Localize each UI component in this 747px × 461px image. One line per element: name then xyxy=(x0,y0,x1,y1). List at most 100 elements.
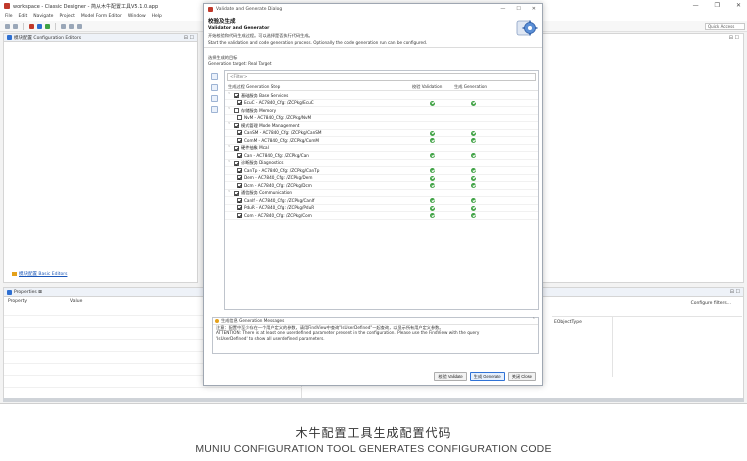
step-checkbox[interactable] xyxy=(237,205,242,210)
menu-project[interactable]: Project xyxy=(59,14,74,19)
menu-window[interactable]: Window xyxy=(128,14,146,19)
close-icon[interactable]: ✕ xyxy=(532,6,536,12)
step-checkbox[interactable] xyxy=(237,175,242,180)
tree-module-row[interactable]: EcuC - AC7840_Cfg: /ZCPkg/EcuC xyxy=(225,100,538,107)
panel-window-controls[interactable]: ⊟ ☐ xyxy=(730,289,740,295)
tree-group-row[interactable]: ˅ 硬件抽象 Mcal xyxy=(225,145,538,152)
menu-model-form-editor[interactable]: Model Form Editor xyxy=(81,14,122,19)
configuration-editors-tab[interactable]: 模块配置 Configuration Editors ⊟ ☐ xyxy=(4,34,197,42)
toolbar-separator xyxy=(23,22,24,30)
step-checkbox[interactable] xyxy=(237,130,242,135)
tree-row-content: NvM - AC7840_Cfg: /ZCPkg/NvM xyxy=(237,115,311,120)
tree-group-row[interactable]: ˅ 存储服务 Memory xyxy=(225,107,538,115)
step-checkbox[interactable] xyxy=(237,197,242,203)
deselect-all-icon[interactable] xyxy=(211,106,218,113)
tree-group-row[interactable]: ˅ 诊断服务 Diagnostics xyxy=(225,160,538,167)
generation-messages-panel: 生成信息 Generation Messages ˆ 注意：配置中至少存在一个用… xyxy=(212,317,539,354)
run-icon[interactable] xyxy=(45,23,50,29)
step-checkbox[interactable] xyxy=(237,115,242,120)
generation-messages-tab[interactable]: 生成信息 Generation Messages ˆ xyxy=(213,318,538,325)
chevron-down-icon[interactable]: ˅ xyxy=(228,108,232,113)
dropdown-icon[interactable] xyxy=(77,23,82,29)
editor-tab-icon xyxy=(7,35,12,40)
tree-group-row[interactable]: ˅ 基础服务 Base Services xyxy=(225,92,538,100)
generation-target-en[interactable]: Generation target: Real Target xyxy=(208,61,271,67)
step-checkbox[interactable] xyxy=(237,212,242,218)
tree-module-row[interactable]: Can - AC7840_Cfg: /ZCPkg/Can xyxy=(225,152,538,160)
step-checkbox[interactable] xyxy=(234,93,239,98)
configure-filters-link[interactable]: Configure filters... xyxy=(691,301,731,306)
chevron-down-icon[interactable]: ˅ xyxy=(228,191,232,196)
step-checkbox[interactable] xyxy=(237,167,242,173)
maximize-icon[interactable]: ❐ xyxy=(715,2,720,9)
generate-icon[interactable] xyxy=(37,23,42,29)
step-checkbox[interactable] xyxy=(237,137,242,143)
back-arrow-icon[interactable] xyxy=(61,23,66,29)
validation-ok-icon xyxy=(430,205,435,211)
step-label: Com - AC7840_Cfg: /ZCPkg/Com xyxy=(244,212,312,218)
tree-module-row[interactable]: ComM - AC7840_Cfg: /ZCPkg/ComM xyxy=(225,137,538,145)
select-all-icon[interactable] xyxy=(211,95,218,102)
tree-module-row[interactable]: CanTp - AC7840_Cfg: /ZCPkg/CanTp xyxy=(225,167,538,175)
menu-help[interactable]: Help xyxy=(152,14,162,19)
generation-ok-icon xyxy=(471,183,476,188)
menu-edit[interactable]: Edit xyxy=(19,14,28,19)
generate-button[interactable]: 生成 Generate xyxy=(469,372,505,381)
tree-module-row[interactable]: Com - AC7840_Cfg: /ZCPkg/Com xyxy=(225,212,538,220)
minimize-icon[interactable]: ˆ xyxy=(533,318,536,324)
tree-row-content: CanTp - AC7840_Cfg: /ZCPkg/CanTp xyxy=(237,167,319,173)
chevron-down-icon[interactable]: ˅ xyxy=(228,123,232,128)
basic-editors-link[interactable]: 模块配置 Basic Editors xyxy=(12,271,67,277)
chevron-down-icon[interactable]: ˅ xyxy=(228,93,232,98)
validate-icon[interactable] xyxy=(29,23,34,29)
value-column-header: Value xyxy=(70,299,83,304)
menu-file[interactable]: File xyxy=(5,14,13,19)
tree-module-row[interactable]: Dem - AC7840_Cfg: /ZCPkg/Dem xyxy=(225,175,538,182)
quick-access-input[interactable]: Quick Access xyxy=(705,23,745,30)
collapse-all-icon[interactable] xyxy=(211,84,218,91)
tree-module-row[interactable]: CanIf - AC7840_Cfg: /ZCPkg/CanIf xyxy=(225,197,538,205)
step-checkbox[interactable] xyxy=(234,145,239,151)
step-checkbox[interactable] xyxy=(234,108,239,113)
tree-module-row[interactable]: PduR - AC7840_Cfg: /ZCPkg/PduR xyxy=(225,205,538,212)
maximize-icon[interactable]: ☐ xyxy=(516,6,520,12)
step-checkbox[interactable] xyxy=(234,123,239,128)
forward-arrow-icon[interactable] xyxy=(69,23,74,29)
step-label: EcuC - AC7840_Cfg: /ZCPkg/EcuC xyxy=(244,100,314,105)
tree-module-row[interactable]: Dcm - AC7840_Cfg: /ZCPkg/Dcm xyxy=(225,182,538,190)
minimize-icon[interactable]: — xyxy=(500,6,505,12)
tree-row-content: CanSM - AC7840_Cfg: /ZCPkg/CanSM xyxy=(237,130,322,135)
properties-tab-icon xyxy=(7,289,12,295)
step-checkbox[interactable] xyxy=(237,152,242,158)
step-checkbox[interactable] xyxy=(234,190,239,196)
panel-window-controls[interactable]: ⊟ ☐ xyxy=(184,35,194,41)
expand-all-icon[interactable] xyxy=(211,73,218,80)
close-icon[interactable]: ✕ xyxy=(736,2,741,9)
close-button[interactable]: 关闭 Close xyxy=(507,372,536,381)
chevron-down-icon[interactable]: ˅ xyxy=(228,146,232,151)
step-checkbox[interactable] xyxy=(237,100,242,105)
toolbar-separator xyxy=(55,22,56,30)
panel-window-controls[interactable]: ⊟ ☐ xyxy=(729,35,739,41)
generation-ok-icon xyxy=(471,198,476,203)
validation-ok-icon xyxy=(430,183,435,188)
step-checkbox[interactable] xyxy=(237,182,242,188)
step-checkbox[interactable] xyxy=(234,160,239,166)
horizontal-scrollbar[interactable] xyxy=(3,398,744,402)
new-file-icon[interactable] xyxy=(5,23,10,29)
tree-module-row[interactable]: NvM - AC7840_Cfg: /ZCPkg/NvM xyxy=(225,115,538,122)
tree-row-content: ˅ 存储服务 Memory xyxy=(228,108,276,114)
tree-group-row[interactable]: ˅ 通信服务 Communication xyxy=(225,190,538,197)
filter-input[interactable]: <Filter> xyxy=(227,73,536,81)
configuration-editors-tab-label: 模块配置 Configuration Editors xyxy=(14,35,82,41)
save-icon[interactable] xyxy=(13,23,18,29)
minimize-icon[interactable]: — xyxy=(693,2,699,9)
step-label: NvM - AC7840_Cfg: /ZCPkg/NvM xyxy=(244,115,312,120)
dialog-header: 校验及生成 Validator and Generator 开始校验和代码生成过… xyxy=(204,15,542,48)
tree-module-row[interactable]: CanSM - AC7840_Cfg: /ZCPkg/CanSM xyxy=(225,130,538,137)
validate-button[interactable]: 校验 Validate xyxy=(434,372,467,381)
tree-group-row[interactable]: ˅ 模式管理 Mode Management xyxy=(225,122,538,130)
chevron-down-icon[interactable]: ˅ xyxy=(228,161,232,166)
validation-ok-icon xyxy=(430,175,435,181)
menu-navigate[interactable]: Navigate xyxy=(33,14,53,19)
